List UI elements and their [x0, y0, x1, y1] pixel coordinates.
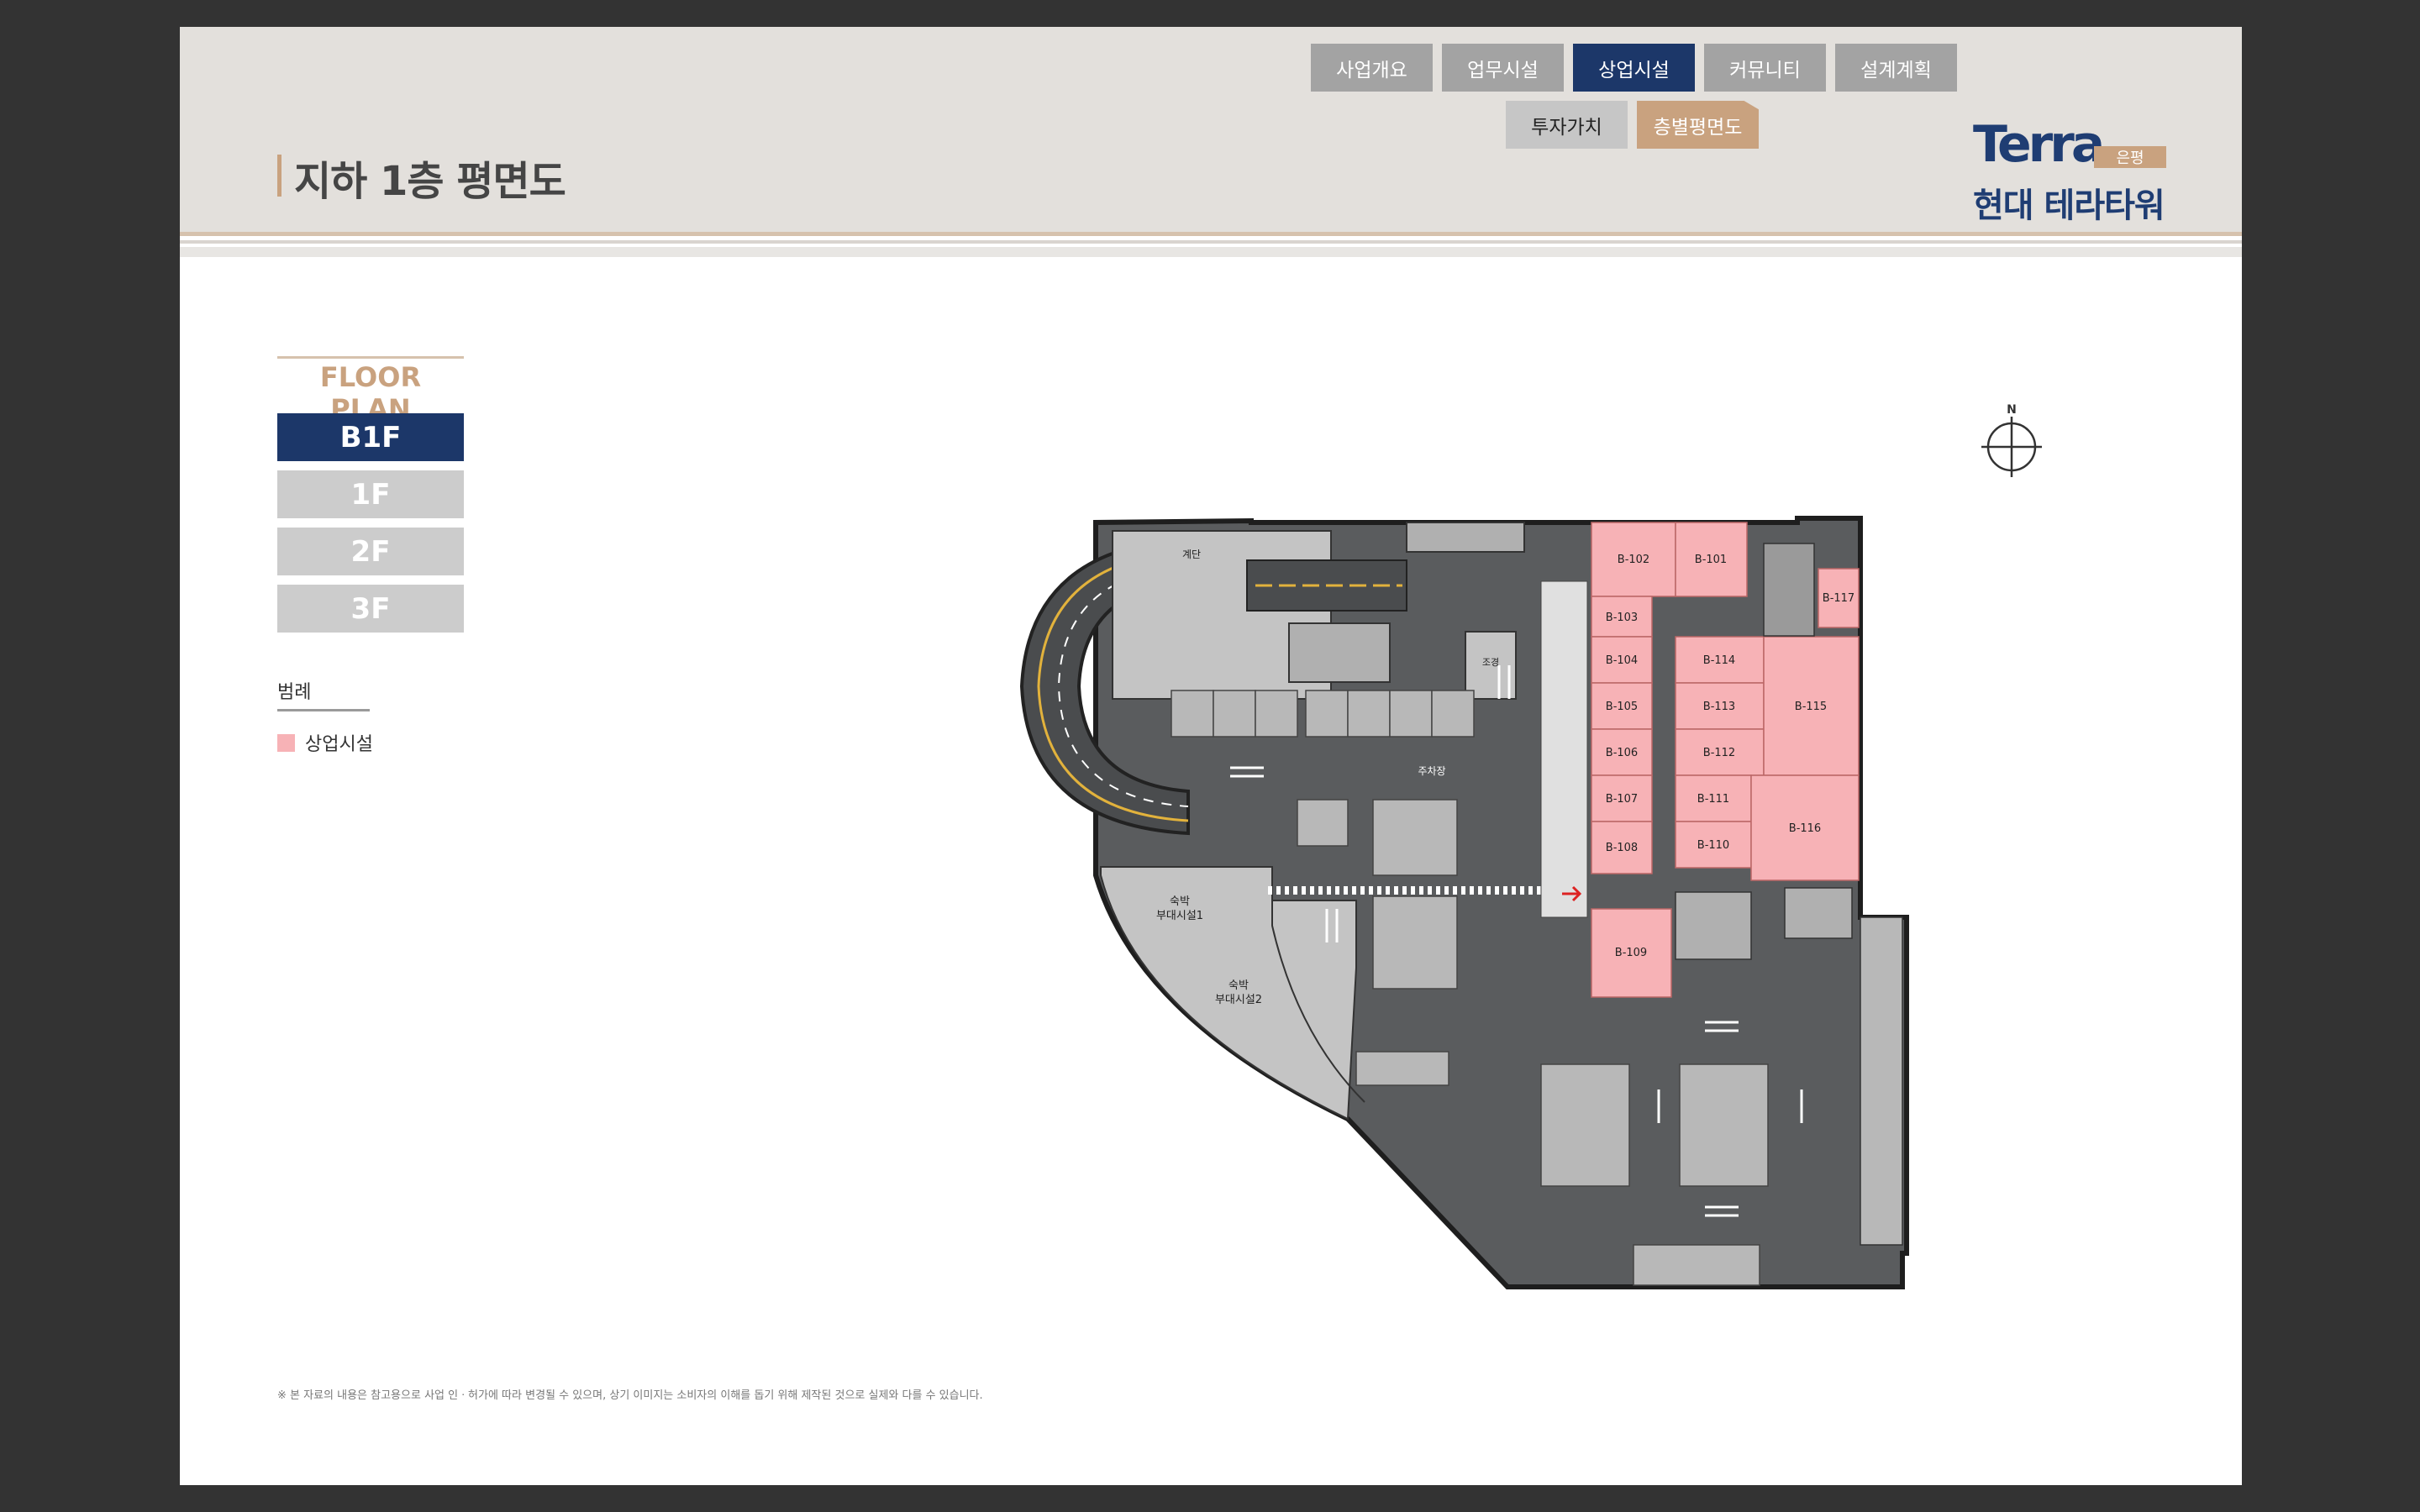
service-room: [1288, 622, 1391, 683]
unit-label: B-109: [1615, 947, 1647, 959]
unit-label: B-101: [1695, 554, 1727, 566]
stair-core: [1763, 543, 1815, 637]
parking-label: 주차장: [1418, 765, 1445, 777]
top-navigation: 사업개요 업무시설 상업시설 커뮤니티 설계계획: [1311, 44, 1957, 92]
subtab-floor-plans[interactable]: 층별평면도: [1637, 101, 1759, 149]
unit-label: B-116: [1789, 822, 1821, 835]
tab-project-overview[interactable]: 사업개요: [1311, 44, 1433, 92]
unit-label: B-102: [1618, 554, 1649, 566]
unit-label: B-103: [1606, 612, 1638, 624]
tab-design-plan[interactable]: 설계계획: [1835, 44, 1957, 92]
floor-button-2f[interactable]: 2F: [277, 528, 464, 575]
floor-button-b1f[interactable]: B1F: [277, 413, 464, 461]
unit-label: B-117: [1823, 592, 1854, 605]
ev-core: [1675, 891, 1752, 960]
unit-label: B-115: [1795, 701, 1827, 713]
tab-office[interactable]: 업무시설: [1442, 44, 1564, 92]
unit-label: B-106: [1606, 747, 1638, 759]
lodging-area: [1100, 866, 1357, 1121]
logo-mark: Terra: [1973, 115, 2105, 174]
unit-label: B-107: [1606, 793, 1638, 806]
walkway: [1540, 580, 1588, 918]
tab-commercial[interactable]: 상업시설: [1573, 44, 1695, 92]
legend-title: 범례: [277, 682, 312, 703]
service-core: [1784, 887, 1853, 939]
parking-row: [1171, 690, 1475, 738]
page-title: 지하 1층 평면도: [294, 158, 566, 205]
floor-plan-map: 조경 B-102 B-101 B-103 B-104 B-105 B-106 B…: [1019, 516, 1909, 1289]
parking-row-east: [1860, 916, 1903, 1246]
landscape-label: 조경: [1482, 657, 1499, 668]
unit-label: B-113: [1703, 701, 1735, 713]
header-divider: [180, 240, 2242, 244]
unit-label: B-112: [1703, 747, 1735, 759]
legend-swatch: [277, 733, 295, 752]
header-divider: [180, 247, 2242, 257]
legend-rule: [277, 709, 370, 711]
title-accent-bar: [277, 155, 281, 197]
legend-item-commercial: 상업시설: [277, 729, 373, 756]
subtab-investment-value[interactable]: 투자가치: [1506, 101, 1628, 149]
unit-label: B-111: [1697, 793, 1729, 806]
floor-selector: B1F 1F 2F 3F: [277, 413, 464, 642]
page: 지하 1층 평면도 사업개요 업무시설 상업시설 커뮤니티 설계계획 투자가치 …: [180, 27, 2242, 1485]
unit-label: B-104: [1606, 654, 1638, 667]
header-divider: [180, 232, 2242, 236]
stairs-label: 계단: [1182, 549, 1201, 560]
tab-community[interactable]: 커뮤니티: [1704, 44, 1826, 92]
unit-label: B-108: [1606, 842, 1638, 854]
sub-navigation: 투자가치 층별평면도: [1506, 101, 1759, 149]
logo-name: 현대 테라타워: [1973, 186, 2165, 225]
disclaimer: ※ 본 자료의 내용은 참고용으로 사업 인ㆍ허가에 따라 변경될 수 있으며,…: [277, 1389, 983, 1402]
unit-label: B-105: [1606, 701, 1638, 713]
logo-badge: 은평: [2094, 146, 2166, 168]
unit-label: B-110: [1697, 839, 1729, 852]
header: 지하 1층 평면도 사업개요 업무시설 상업시설 커뮤니티 설계계획 투자가치 …: [180, 27, 2242, 232]
floor-button-1f[interactable]: 1F: [277, 470, 464, 518]
floor-button-3f[interactable]: 3F: [277, 585, 464, 633]
brand-logo[interactable]: Terra 은평 현대 테라타워: [1973, 109, 2175, 225]
floor-plan-heading-rule: [277, 356, 464, 359]
legend-label: 상업시설: [305, 734, 373, 755]
unit-label: B-114: [1703, 654, 1735, 667]
service-room: [1406, 522, 1525, 553]
